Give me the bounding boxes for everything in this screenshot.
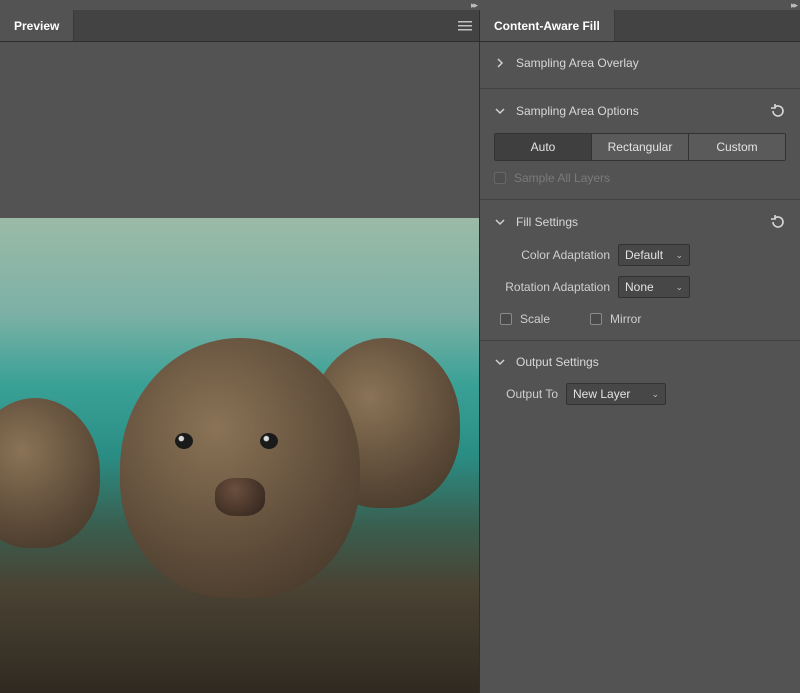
section-title: Sampling Area Options <box>516 104 639 118</box>
section-title: Fill Settings <box>516 215 578 229</box>
select-value: New Layer <box>573 387 630 401</box>
chevron-down-icon: ⌄ <box>651 389 659 400</box>
caf-tabbar: Content-Aware Fill <box>480 10 800 42</box>
content-aware-fill-pane: Content-Aware Fill Sampling Area Overlay <box>480 10 800 693</box>
output-to-label: Output To <box>494 387 558 401</box>
rotation-adaptation-label: Rotation Adaptation <box>494 280 610 294</box>
scale-checkbox[interactable] <box>500 313 512 325</box>
chevron-down-icon: ⌄ <box>675 282 683 293</box>
collapse-icon[interactable]: ▸▸ <box>791 1 796 10</box>
chevron-right-icon <box>494 57 506 69</box>
scale-label: Scale <box>520 312 550 326</box>
preview-pane: Preview <box>0 10 480 693</box>
rotation-adaptation-select[interactable]: None ⌄ <box>618 276 690 298</box>
reset-icon[interactable] <box>770 214 786 230</box>
collapse-icon[interactable]: ▸▸ <box>471 1 476 10</box>
tab-preview[interactable]: Preview <box>0 10 74 41</box>
section-sampling-overlay: Sampling Area Overlay <box>480 42 800 89</box>
sample-all-layers-label: Sample All Layers <box>514 171 610 185</box>
section-sampling-options: Sampling Area Options Auto Rectangular C… <box>480 89 800 200</box>
mirror-checkbox[interactable] <box>590 313 602 325</box>
select-value: None <box>625 280 654 294</box>
select-value: Default <box>625 248 663 262</box>
preview-tabbar: Preview <box>0 10 479 42</box>
section-output-settings: Output Settings Output To New Layer ⌄ <box>480 341 800 419</box>
sampling-mode-custom[interactable]: Custom <box>688 134 785 160</box>
section-header[interactable]: Sampling Area Options <box>494 99 786 123</box>
sample-all-layers-checkbox <box>494 172 506 184</box>
chevron-down-icon <box>494 216 506 228</box>
output-to-select[interactable]: New Layer ⌄ <box>566 383 666 405</box>
chevron-down-icon <box>494 105 506 117</box>
tab-label: Preview <box>14 19 59 33</box>
tab-content-aware-fill[interactable]: Content-Aware Fill <box>480 10 615 41</box>
mirror-label: Mirror <box>610 312 641 326</box>
color-adaptation-select[interactable]: Default ⌄ <box>618 244 690 266</box>
sampling-mode-rectangular[interactable]: Rectangular <box>591 134 688 160</box>
preview-body <box>0 42 479 693</box>
chevron-down-icon: ⌄ <box>675 250 683 261</box>
section-title: Output Settings <box>516 355 599 369</box>
panel-menu-button[interactable] <box>451 10 479 41</box>
color-adaptation-label: Color Adaptation <box>494 248 610 262</box>
sampling-mode-segmented: Auto Rectangular Custom <box>494 133 786 161</box>
tab-label: Content-Aware Fill <box>494 19 600 33</box>
section-header[interactable]: Sampling Area Overlay <box>494 52 786 74</box>
section-fill-settings: Fill Settings Color Adaptation Default ⌄… <box>480 200 800 341</box>
reset-icon[interactable] <box>770 103 786 119</box>
section-header[interactable]: Output Settings <box>494 351 786 373</box>
chevron-down-icon <box>494 356 506 368</box>
section-title: Sampling Area Overlay <box>516 56 639 70</box>
menu-icon <box>458 21 472 31</box>
section-header[interactable]: Fill Settings <box>494 210 786 234</box>
preview-image[interactable] <box>0 218 479 693</box>
sampling-mode-auto[interactable]: Auto <box>495 134 591 160</box>
